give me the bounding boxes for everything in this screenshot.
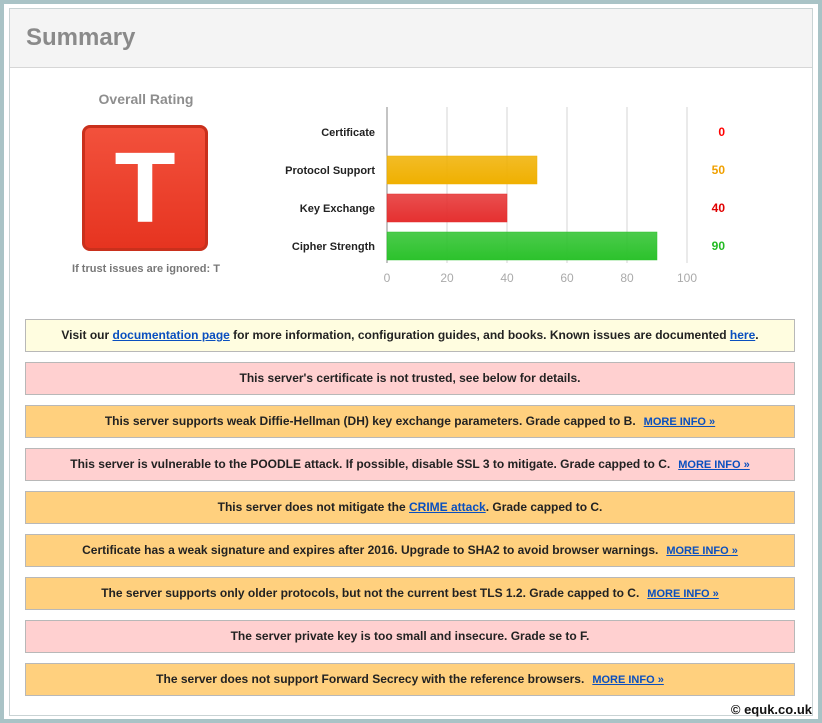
cert-untrusted-warning: This server's certificate is not trusted… <box>25 362 795 395</box>
copyright-watermark: © equk.co.uk <box>730 702 812 717</box>
documentation-link[interactable]: documentation page <box>113 328 230 342</box>
chart-category-label: Certificate <box>321 127 375 139</box>
warning-text: The server does not support Forward Secr… <box>156 672 585 686</box>
docs-notice: Visit our documentation page for more in… <box>25 319 795 352</box>
warning-text: The server private key is too small and … <box>230 629 590 643</box>
docs-notice-pre: Visit our <box>61 328 113 342</box>
chart-tick-label: 40 <box>500 271 514 285</box>
more-info-link[interactable]: MORE INFO » <box>644 416 716 428</box>
warning-text: Certificate has a weak signature and exp… <box>82 543 659 557</box>
more-info-link[interactable]: MORE INFO » <box>666 545 738 557</box>
chart-tick-label: 60 <box>560 271 574 285</box>
docs-notice-post: . <box>755 328 759 342</box>
more-info-link[interactable]: MORE INFO » <box>678 459 750 471</box>
known-issues-link[interactable]: here <box>730 328 755 342</box>
warning-text: This server supports weak Diffie-Hellman… <box>104 414 636 428</box>
chart-bar <box>386 231 658 261</box>
chart-category-label: Cipher Strength <box>292 241 375 253</box>
old-protocols-warning: The server supports only older protocols… <box>25 577 795 610</box>
warning-text-post: . Grade capped to C. <box>485 500 603 514</box>
crime-attack-link[interactable]: CRIME attack <box>409 500 486 514</box>
chart-category-label: Protocol Support <box>285 165 375 177</box>
chart-bar <box>386 193 508 223</box>
private-key-warning: The server private key is too small and … <box>25 620 795 653</box>
dh-warning: This server supports weak Diffie-Hellman… <box>25 405 795 438</box>
forward-secrecy-warning: The server does not support Forward Secr… <box>25 663 795 696</box>
chart-value-label: 90 <box>712 239 726 253</box>
warning-text: This server is vulnerable to the POODLE … <box>70 457 671 471</box>
docs-notice-mid: for more information, configuration guid… <box>229 328 730 342</box>
more-info-link[interactable]: MORE INFO » <box>647 588 719 600</box>
warning-text: The server supports only older protocols… <box>101 586 640 600</box>
summary-panel: Summary Overall Rating T If trust issues… <box>9 8 813 716</box>
chart-tick-label: 0 <box>384 271 391 285</box>
chart-tick-label: 100 <box>677 271 697 285</box>
chart-tick-label: 20 <box>440 271 454 285</box>
warning-text-pre: This server does not mitigate the <box>217 500 409 514</box>
chart-value-label: 50 <box>712 163 726 177</box>
chart-category-label: Key Exchange <box>300 203 375 215</box>
chart-bar <box>386 155 538 185</box>
chart-value-label: 0 <box>718 125 725 139</box>
warning-text: This server's certificate is not trusted… <box>239 371 581 385</box>
score-chart: 0 20 40 60 80 100 Certificate 0 Protocol Support… <box>285 107 726 285</box>
more-info-link[interactable]: MORE INFO » <box>592 674 664 686</box>
crime-warning: This server does not mitigate the CRIME … <box>25 491 795 524</box>
poodle-warning: This server is vulnerable to the POODLE … <box>25 448 795 481</box>
weak-signature-warning: Certificate has a weak signature and exp… <box>25 534 795 567</box>
chart-tick-label: 80 <box>620 271 634 285</box>
chart-value-label: 40 <box>712 201 726 215</box>
